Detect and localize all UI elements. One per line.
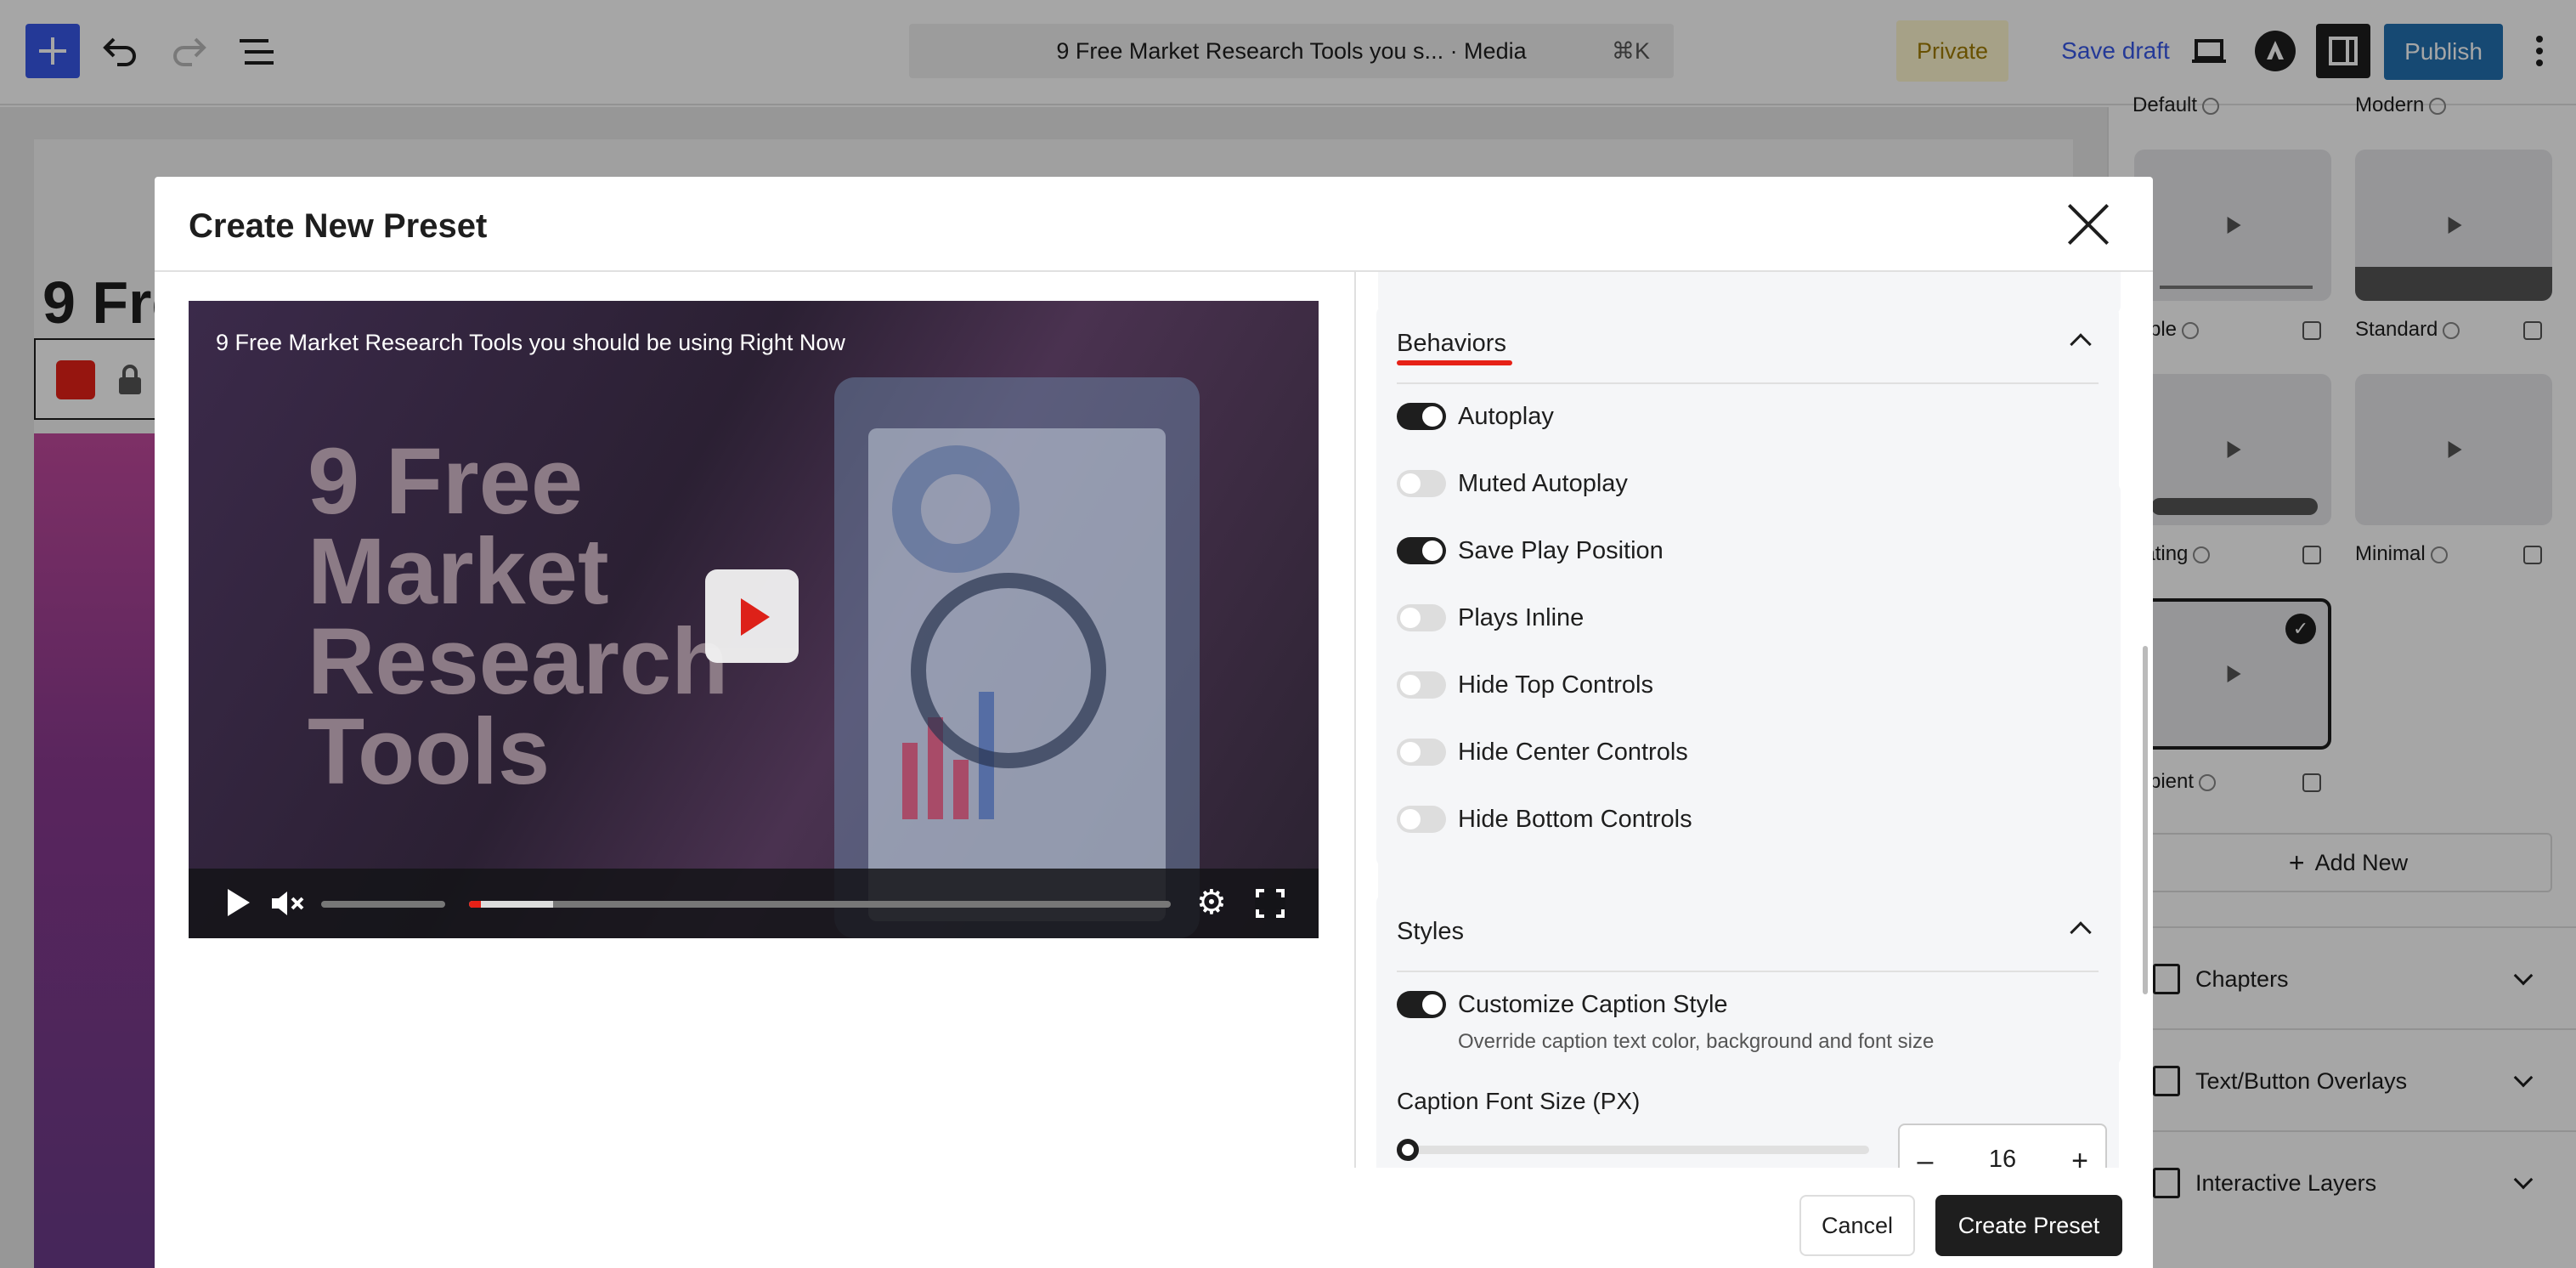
plays-inline-toggle[interactable] (1397, 604, 1446, 631)
behaviors-card: Behaviors Autoplay Muted Autoplay Save P… (1376, 306, 2119, 867)
save-play-position-toggle[interactable] (1397, 537, 1446, 564)
muted-autoplay-toggle[interactable] (1397, 470, 1446, 497)
styles-card: Styles Customize Caption Style Override … (1376, 894, 2119, 1195)
caption-font-size-slider[interactable] (1397, 1139, 1869, 1161)
toggle-label: Customize Caption Style (1458, 991, 1728, 1018)
thumbnail-bar-graphic (902, 743, 918, 819)
big-play-button[interactable] (705, 569, 799, 663)
volume-slider[interactable] (321, 901, 445, 908)
toggle-label: Hide Bottom Controls (1458, 806, 1692, 833)
caption-font-size-label: Caption Font Size (PX) (1397, 1088, 1641, 1114)
title-underline (1397, 360, 1512, 365)
hide-bottom-controls-toggle[interactable] (1397, 806, 1446, 833)
thumbnail-magnifier-graphic (911, 573, 1106, 768)
slider-thumb[interactable] (1397, 1139, 1419, 1161)
gear-icon[interactable]: ⚙ (1196, 886, 1227, 920)
toggle-description: Override caption text color, background … (1458, 1030, 1935, 1053)
toggle-label: Hide Center Controls (1458, 739, 1688, 766)
toggle-label: Autoplay (1458, 403, 1554, 430)
close-icon[interactable] (2066, 202, 2110, 246)
video-controls-bar: ⚙ (189, 869, 1319, 938)
fullscreen-icon[interactable] (1255, 888, 1285, 919)
modal-footer-bar: Cancel Create Preset (155, 1168, 2153, 1268)
played-bar (469, 901, 481, 908)
hide-top-controls-toggle[interactable] (1397, 671, 1446, 699)
create-preset-button[interactable]: Create Preset (1935, 1195, 2122, 1256)
hide-center-controls-toggle[interactable] (1397, 739, 1446, 766)
styles-title: Styles (1397, 918, 1464, 945)
customize-caption-toggle[interactable] (1397, 991, 1446, 1018)
behaviors-header[interactable]: Behaviors (1397, 306, 2099, 384)
thumbnail-donut-graphic (892, 445, 1020, 573)
video-title: 9 Free Market Research Tools you should … (216, 330, 845, 355)
toggle-label: Plays Inline (1458, 604, 1585, 631)
play-icon[interactable] (228, 889, 250, 916)
thumbnail-bar-graphic (953, 760, 969, 819)
toggle-label: Muted Autoplay (1458, 470, 1628, 497)
settings-scrollbar[interactable] (2143, 646, 2148, 994)
video-preview[interactable]: 9 Free Market Research Tools 9 Free Mark… (189, 301, 1319, 938)
styles-header[interactable]: Styles (1397, 894, 2099, 972)
buffered-bar (469, 901, 554, 908)
toggle-label: Hide Top Controls (1458, 671, 1653, 699)
progress-bar[interactable] (469, 901, 1171, 908)
modal-header: Create New Preset (155, 177, 2153, 272)
chevron-up-icon (2070, 333, 2092, 355)
modal-title: Create New Preset (189, 207, 488, 245)
toggle-label: Save Play Position (1458, 537, 1664, 564)
cancel-button[interactable]: Cancel (1799, 1195, 1915, 1256)
chevron-up-icon (2070, 921, 2092, 943)
behaviors-title: Behaviors (1397, 330, 1506, 357)
autoplay-toggle[interactable] (1397, 403, 1446, 430)
mute-icon[interactable] (270, 889, 304, 918)
